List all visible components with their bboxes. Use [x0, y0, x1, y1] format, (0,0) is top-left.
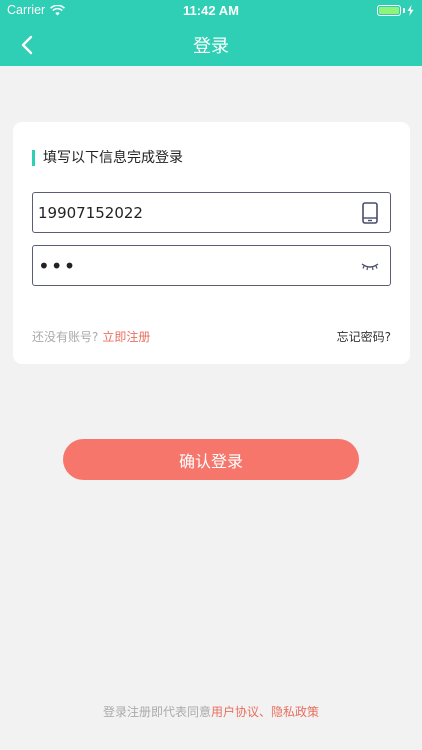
- register-row: 还没有账号? 立即注册: [32, 328, 150, 345]
- register-link[interactable]: 立即注册: [102, 330, 150, 344]
- card-title: 填写以下信息完成登录: [32, 150, 183, 166]
- eye-closed-icon[interactable]: [358, 254, 382, 278]
- page-title: 登录: [193, 36, 229, 57]
- header: Carrier 11:42 AM 登录: [0, 0, 422, 66]
- charging-bolt-icon: [407, 5, 414, 16]
- password-input[interactable]: [38, 246, 348, 285]
- nav-bar: 登录: [0, 22, 422, 66]
- user-agreement-link[interactable]: 用户协议: [211, 705, 259, 719]
- privacy-policy-link[interactable]: 隐私政策: [271, 705, 319, 719]
- password-field[interactable]: [32, 245, 391, 286]
- login-card: 填写以下信息完成登录 还没有账号?立即注册 忘记密码?: [13, 122, 410, 364]
- phone-field[interactable]: [32, 192, 391, 233]
- battery-icon: [377, 5, 414, 16]
- phone-input[interactable]: [38, 193, 348, 232]
- register-prompt: 还没有账号?: [32, 330, 99, 344]
- phone-icon: [358, 201, 382, 225]
- status-time: 11:42 AM: [183, 3, 239, 18]
- status-bar: Carrier 11:42 AM: [0, 0, 422, 22]
- confirm-login-button[interactable]: 确认登录: [63, 439, 359, 480]
- footer-separator: 、: [259, 705, 272, 719]
- footer-agreement: 登录注册即代表同意用户协议、隐私政策: [0, 703, 422, 720]
- forgot-password-link[interactable]: 忘记密码?: [337, 328, 391, 345]
- footer-prefix: 登录注册即代表同意: [102, 705, 211, 719]
